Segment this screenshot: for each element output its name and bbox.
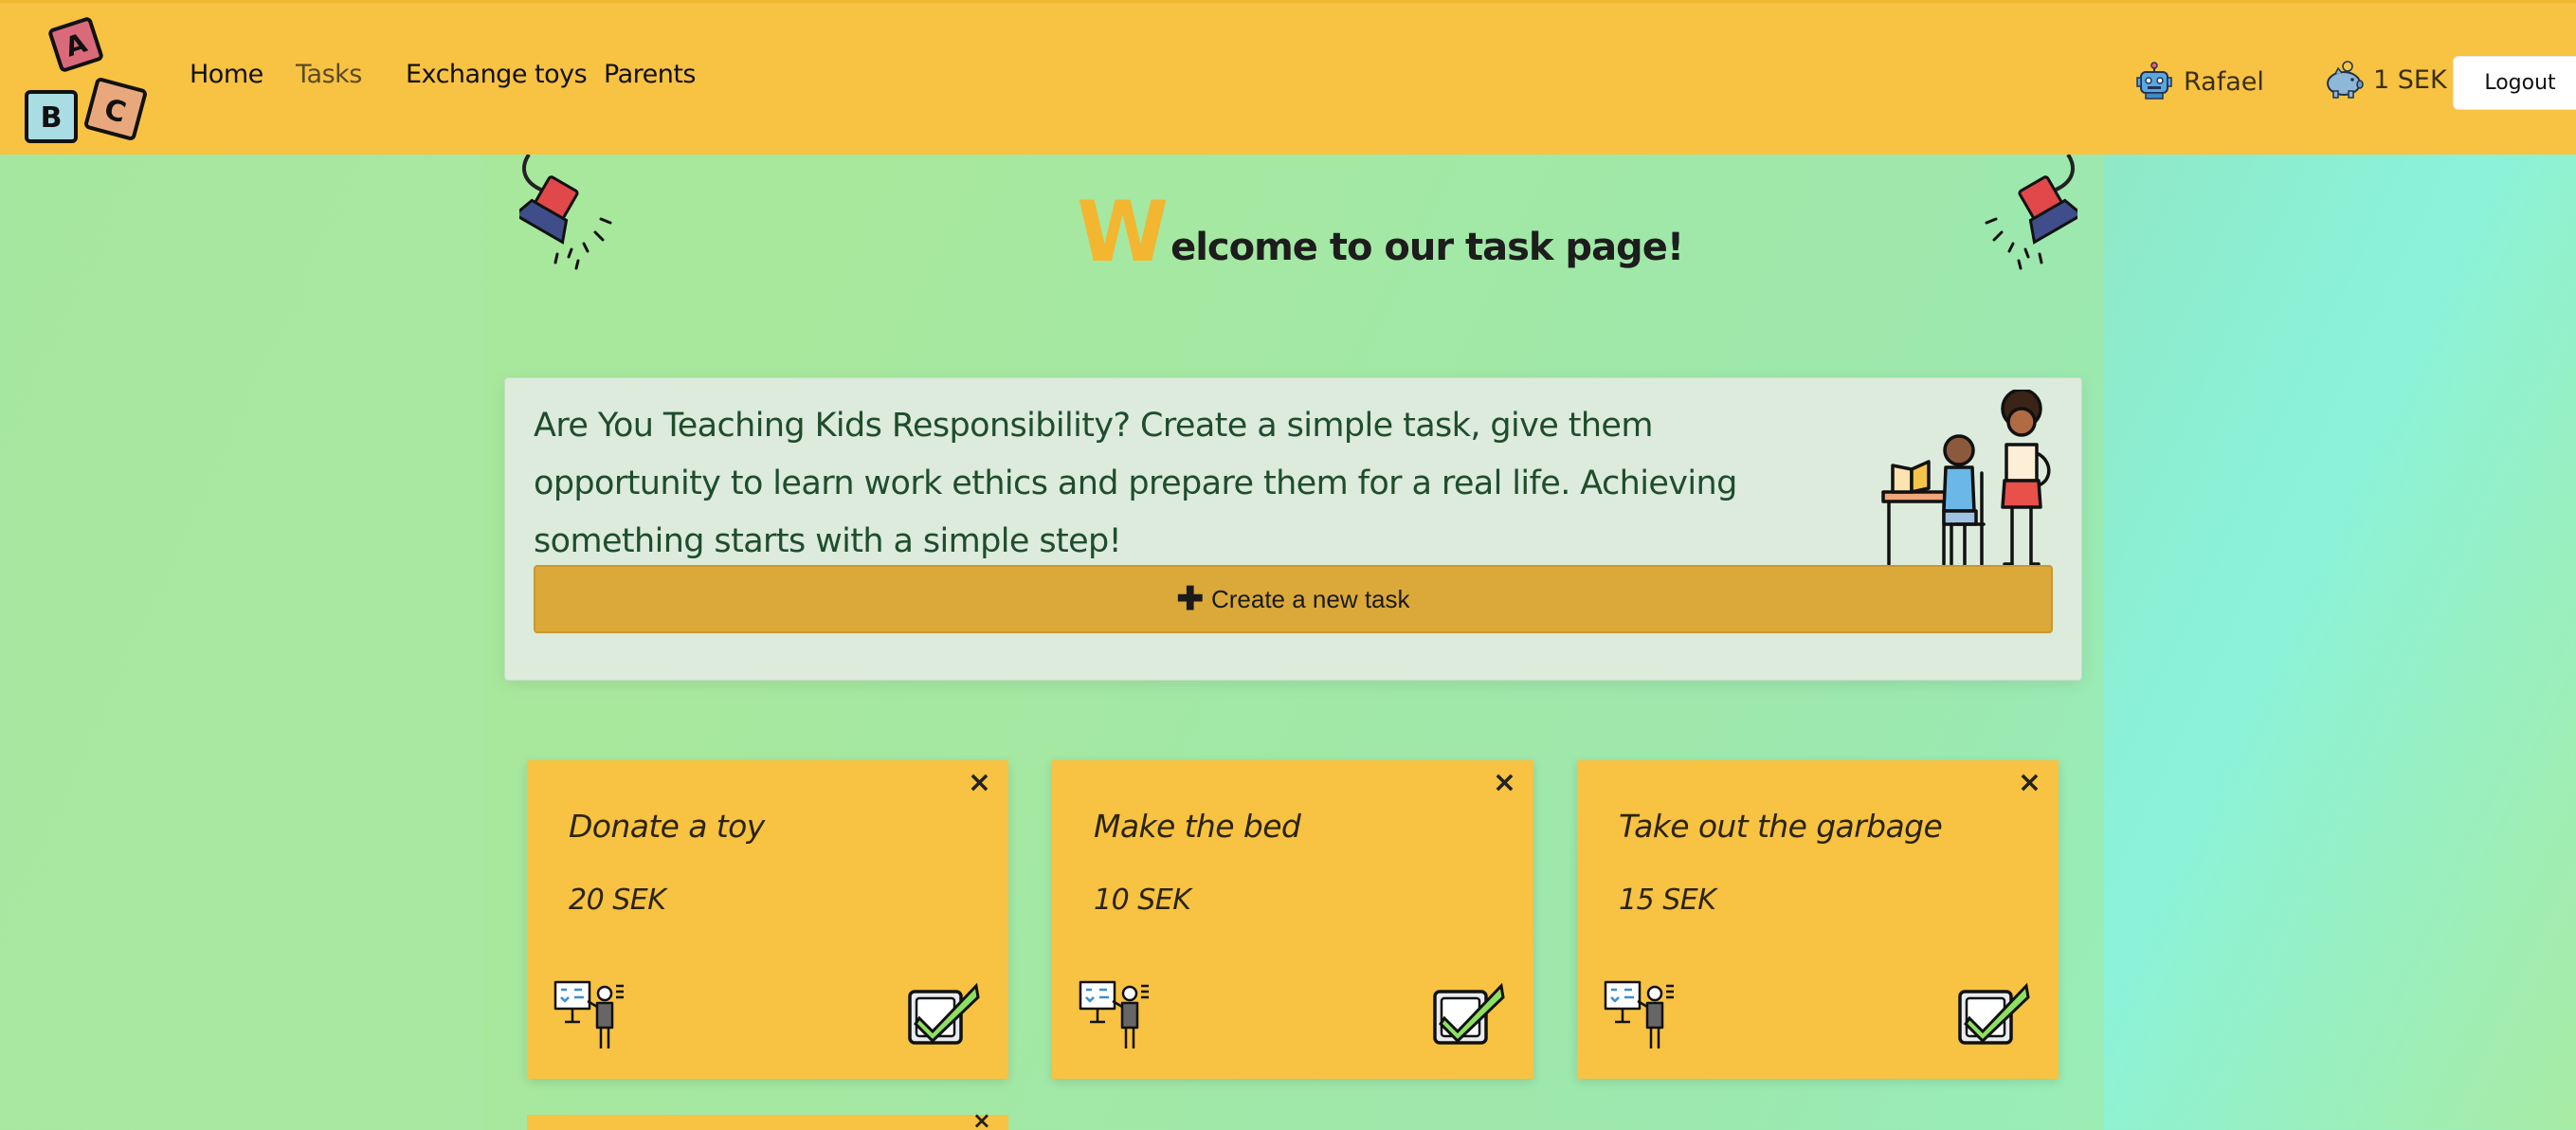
page-title-rest: elcome to our task page! bbox=[1170, 226, 1684, 269]
task-price: 10 SEK bbox=[1094, 884, 1191, 917]
balance-display: 1 SEK bbox=[2322, 58, 2447, 101]
navbar: A B C Home Tasks Exchange toys Parents R… bbox=[0, 0, 2576, 155]
nav-link-exchange-toys[interactable]: Exchange toys bbox=[406, 60, 588, 89]
checkbox-check-icon[interactable] bbox=[906, 980, 982, 1048]
teacher-board-icon bbox=[1079, 980, 1149, 1048]
balance-amount: 1 SEK bbox=[2373, 64, 2447, 95]
nav-link-tasks[interactable]: Tasks bbox=[296, 60, 362, 89]
info-text: Are You Teaching Kids Responsibility? Cr… bbox=[534, 407, 1737, 560]
parent-and-child-study-icon bbox=[1881, 390, 2051, 566]
task-card: × Make the bed 10 SEK bbox=[1052, 760, 1533, 1079]
page-title-initial: W bbox=[1077, 183, 1170, 281]
create-task-button[interactable]: ✚ Create a new task bbox=[534, 565, 2053, 633]
logout-button[interactable]: Logout bbox=[2453, 56, 2576, 110]
teacher-board-icon bbox=[553, 980, 624, 1048]
checkbox-check-icon[interactable] bbox=[1956, 980, 2032, 1048]
create-task-label: Create a new task bbox=[1210, 584, 1410, 613]
task-price: 15 SEK bbox=[1619, 884, 1716, 917]
piggy-bank-icon bbox=[2327, 61, 2364, 99]
close-icon[interactable]: × bbox=[968, 766, 991, 799]
task-card-partial: × bbox=[527, 1107, 1008, 1130]
close-icon[interactable]: × bbox=[972, 1107, 991, 1130]
nav-link-parents[interactable]: Parents bbox=[604, 60, 697, 89]
nav-link-home[interactable]: Home bbox=[190, 60, 263, 89]
user-name: Rafael bbox=[2184, 66, 2264, 97]
teacher-board-icon bbox=[1604, 980, 1674, 1048]
page-title: W elcome to our task page! bbox=[1077, 180, 1684, 281]
task-title: Make the bed bbox=[1094, 808, 1301, 845]
info-panel: Are You Teaching Kids Responsibility? Cr… bbox=[504, 377, 2082, 681]
svg-text:B: B bbox=[41, 101, 63, 135]
task-card: × Donate a toy 20 SEK bbox=[527, 760, 1008, 1079]
user-profile-link[interactable]: Rafael bbox=[2134, 60, 2264, 103]
task-card: × Take out the garbage 15 SEK bbox=[1577, 760, 2059, 1079]
close-icon[interactable]: × bbox=[1493, 766, 1516, 799]
task-title: Take out the garbage bbox=[1619, 808, 1943, 845]
abc-blocks-logo-icon[interactable]: A B C bbox=[23, 16, 152, 151]
plus-icon: ✚ bbox=[1176, 581, 1204, 617]
spotlight-icon-left bbox=[519, 155, 612, 270]
task-price: 20 SEK bbox=[569, 884, 666, 917]
task-title: Donate a toy bbox=[569, 808, 765, 845]
close-icon[interactable]: × bbox=[2018, 766, 2041, 799]
checkbox-check-icon[interactable] bbox=[1431, 980, 1507, 1048]
spotlight-icon-right bbox=[1985, 155, 2077, 270]
robot-avatar-icon bbox=[2136, 62, 2172, 100]
